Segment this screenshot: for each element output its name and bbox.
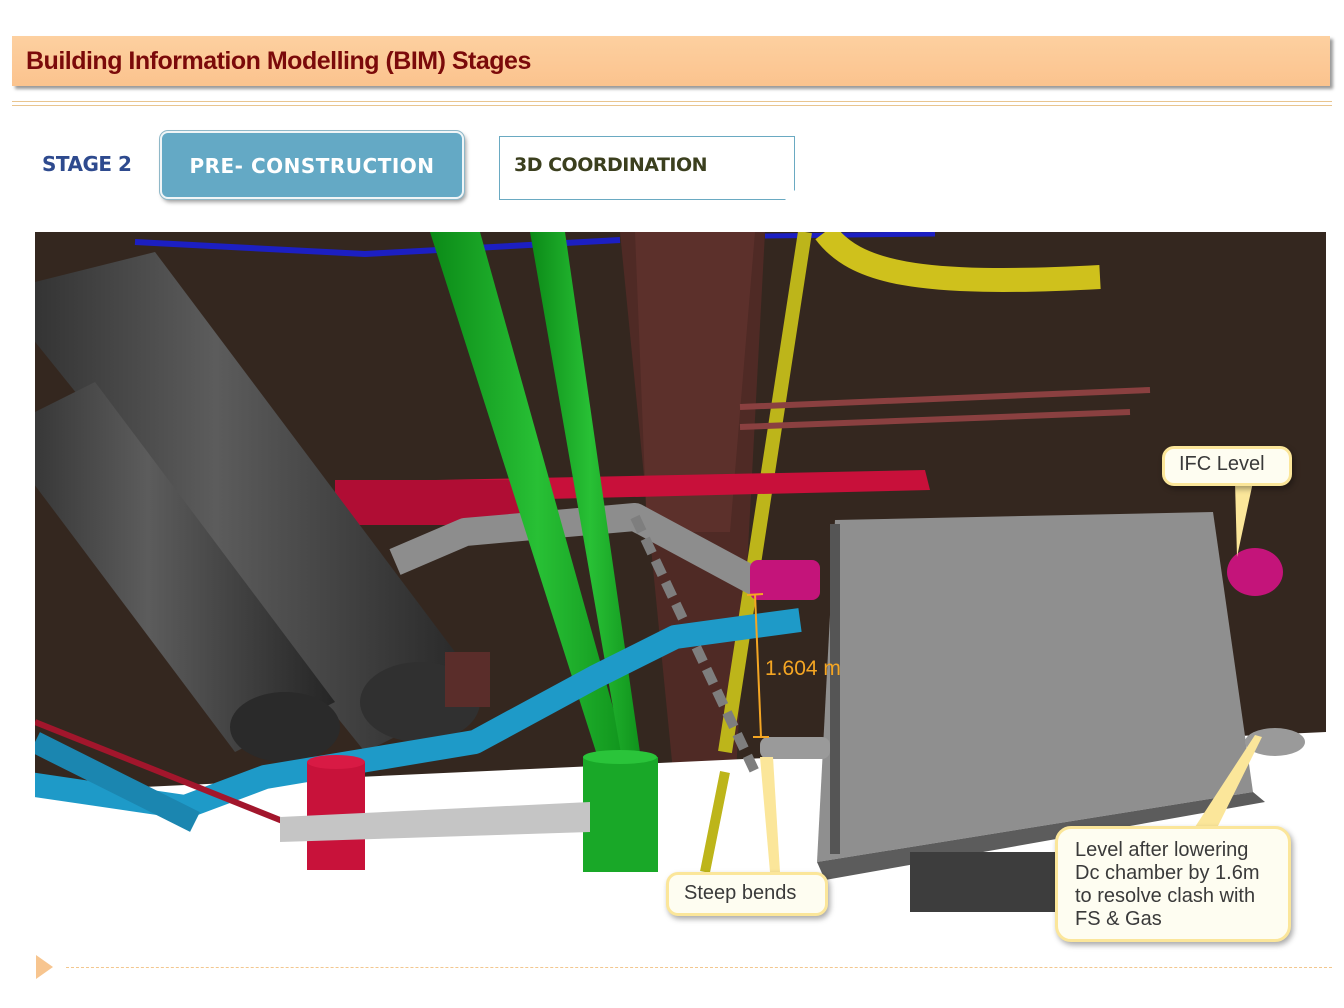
steep-bends-text: Steep bends: [684, 882, 797, 904]
lowered-level-line-1: Level after lowering: [1075, 839, 1249, 861]
coordination-box[interactable]: 3D COORDINATION: [499, 136, 795, 200]
stage-label: STAGE 2: [42, 152, 132, 176]
coordination-label: 3D COORDINATION: [514, 154, 708, 176]
measurement-label: 1.604 m: [765, 657, 841, 680]
play-arrow-icon[interactable]: [36, 955, 53, 979]
lowered-level-line-3: to resolve clash with: [1075, 885, 1256, 907]
title-bar: Building Information Modelling (BIM) Sta…: [12, 36, 1330, 86]
lowered-level-callout: Level after lowering Dc chamber by 1.6m …: [1055, 826, 1291, 942]
lowered-level-line-2: Dc chamber by 1.6m: [1075, 862, 1260, 884]
ifc-level-text: IFC Level: [1179, 453, 1265, 475]
footer-divider: [66, 967, 1332, 968]
page-title: Building Information Modelling (BIM) Sta…: [26, 47, 531, 75]
steep-bends-callout: Steep bends: [666, 872, 828, 916]
title-underline: [12, 101, 1332, 102]
title-underline-secondary: [12, 105, 1332, 106]
pre-construction-button[interactable]: PRE- CONSTRUCTION: [160, 131, 464, 199]
lowered-level-line-4: FS & Gas: [1075, 908, 1162, 930]
ifc-level-callout: IFC Level: [1162, 446, 1292, 486]
folded-corner: [785, 190, 795, 200]
